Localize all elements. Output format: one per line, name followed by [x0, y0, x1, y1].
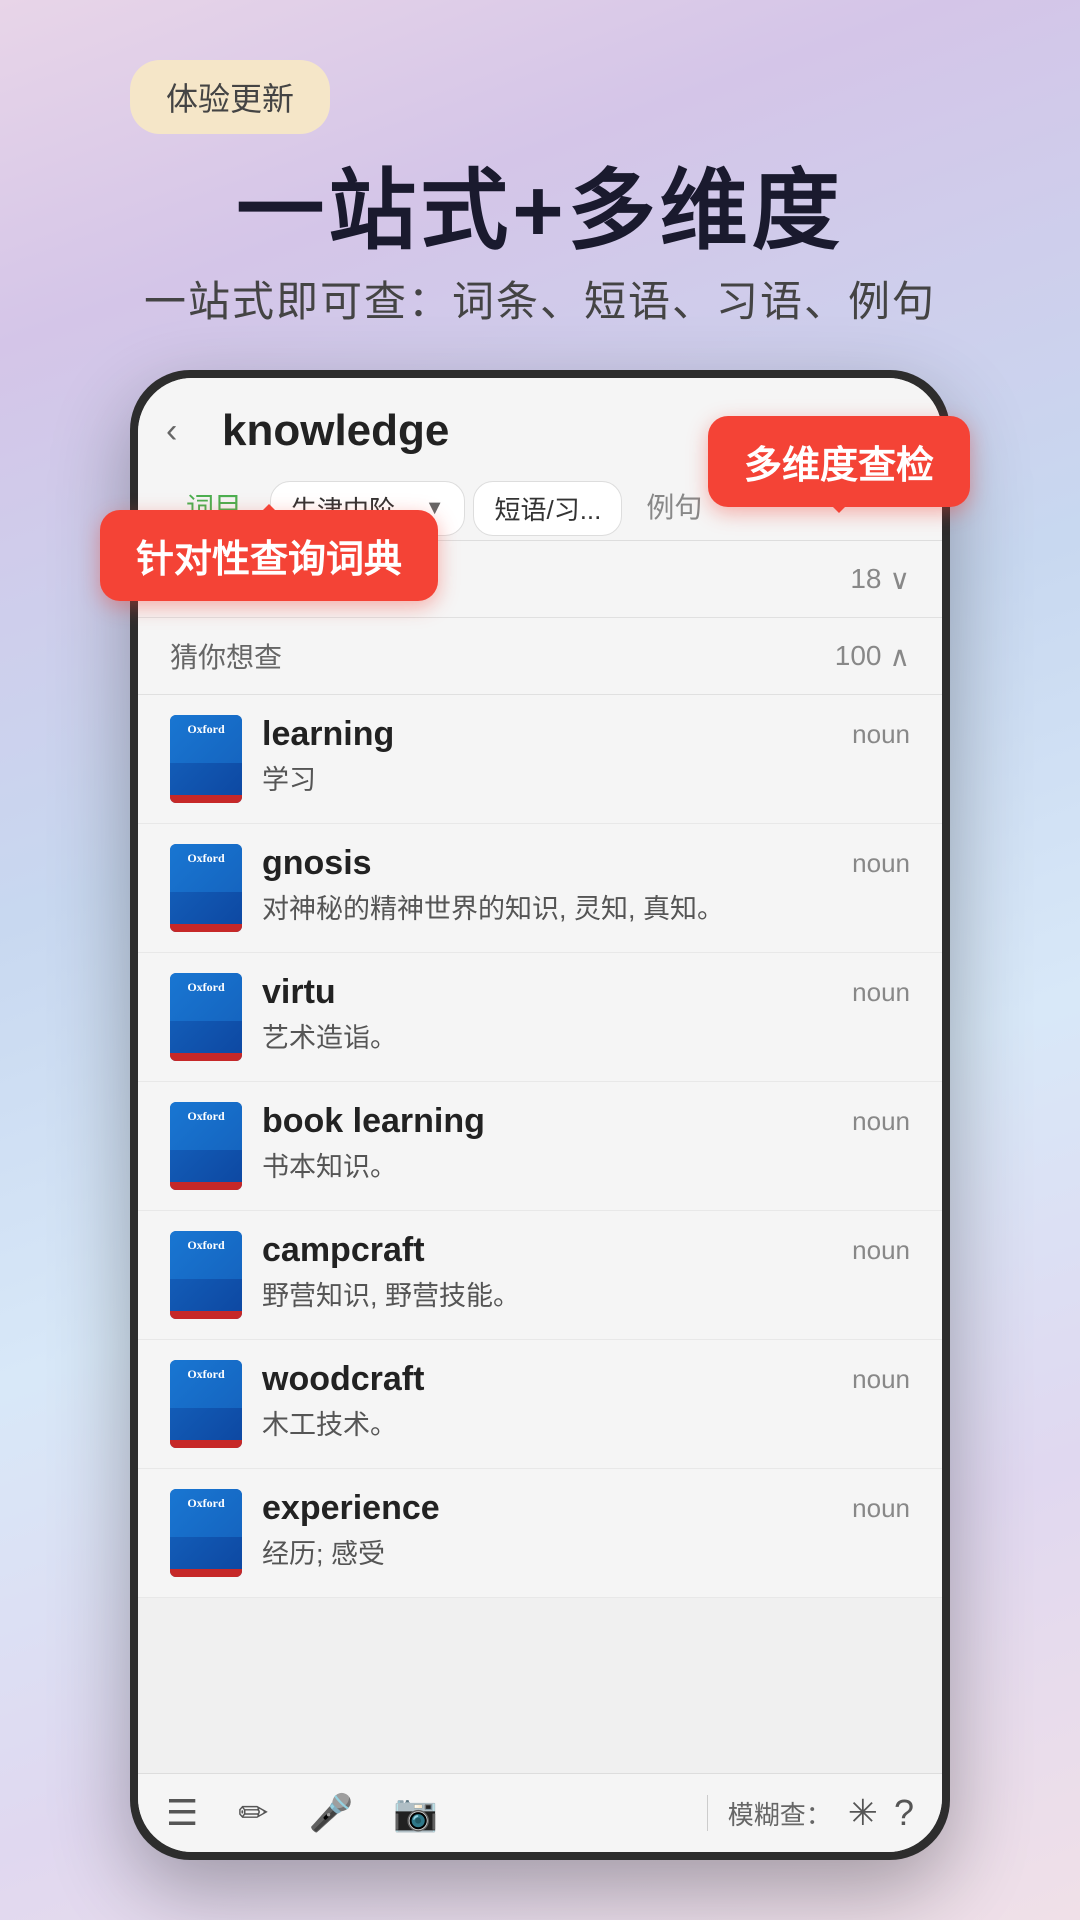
- toolbar-right: 模糊查： ✳ ?: [728, 1792, 914, 1834]
- dict-word-row: book learning noun: [262, 1102, 910, 1141]
- dict-icon-text: Oxford: [174, 723, 238, 736]
- dict-content: experience noun 经历; 感受: [262, 1489, 910, 1571]
- dict-icon-text: Oxford: [174, 981, 238, 994]
- dict-word-row: campcraft noun: [262, 1231, 910, 1270]
- dict-content: book learning noun 书本知识。: [262, 1102, 910, 1184]
- dict-meaning: 野营知识, 野营技能。: [262, 1274, 910, 1313]
- dict-word-row: experience noun: [262, 1489, 910, 1528]
- back-button[interactable]: ‹: [166, 412, 206, 451]
- dict-item[interactable]: Oxford woodcraft noun 木工技术。: [138, 1340, 942, 1469]
- dict-word-row: woodcraft noun: [262, 1360, 910, 1399]
- section-similar-count: 18 ∨: [850, 563, 910, 596]
- section-suggest[interactable]: 猜你想查 100 ∧: [138, 618, 942, 695]
- dict-pos: noun: [852, 848, 910, 879]
- dict-word-row: learning noun: [262, 715, 910, 754]
- tab-examples[interactable]: 例句: [630, 476, 718, 540]
- dict-pos: noun: [852, 1493, 910, 1524]
- sub-title: 一站式即可查：词条、短语、习语、例句: [0, 268, 1080, 329]
- dict-icon: Oxford: [170, 1102, 242, 1190]
- dict-word: gnosis: [262, 844, 372, 883]
- dict-pos: noun: [852, 1106, 910, 1137]
- dict-word: virtu: [262, 973, 336, 1012]
- dict-content: campcraft noun 野营知识, 野营技能。: [262, 1231, 910, 1313]
- section-suggest-count: 100 ∧: [835, 640, 910, 673]
- phone-mockup: ‹ knowledge ↻ 词目 牛津中阶... ▼ 短语/习... 例句: [130, 370, 950, 1860]
- question-icon[interactable]: ?: [894, 1792, 914, 1834]
- toolbar-divider: [707, 1795, 708, 1831]
- dict-word: book learning: [262, 1102, 485, 1141]
- dict-word: experience: [262, 1489, 440, 1528]
- dict-word: learning: [262, 715, 394, 754]
- dict-pos: noun: [852, 1364, 910, 1395]
- section-suggest-title: 猜你想查: [170, 636, 282, 676]
- dict-icon-text: Oxford: [174, 1497, 238, 1510]
- main-title: 一站式+多维度: [0, 140, 1080, 267]
- menu-icon[interactable]: ☰: [166, 1792, 198, 1834]
- dict-meaning: 对神秘的精神世界的知识, 灵知, 真知。: [262, 887, 910, 926]
- dict-items-container: Oxford learning noun 学习 Oxford gnosis no…: [138, 695, 942, 1598]
- dict-icon: Oxford: [170, 715, 242, 803]
- dict-icon: Oxford: [170, 1231, 242, 1319]
- dict-content: gnosis noun 对神秘的精神世界的知识, 灵知, 真知。: [262, 844, 910, 926]
- dict-meaning: 书本知识。: [262, 1145, 910, 1184]
- dict-icon-text: Oxford: [174, 1239, 238, 1252]
- camera-icon[interactable]: 📷: [393, 1792, 438, 1834]
- dict-meaning: 艺术造诣。: [262, 1016, 910, 1055]
- dict-word: woodcraft: [262, 1360, 424, 1399]
- dict-meaning: 学习: [262, 758, 910, 797]
- tab-phrases[interactable]: 短语/习...: [473, 481, 622, 536]
- update-badge: 体验更新: [130, 60, 330, 134]
- dict-icon: Oxford: [170, 844, 242, 932]
- dict-pos: noun: [852, 977, 910, 1008]
- edit-icon[interactable]: ✏: [238, 1792, 268, 1834]
- dict-icon-text: Oxford: [174, 1110, 238, 1123]
- chevron-up-icon: ∧: [890, 640, 911, 673]
- dict-word-row: gnosis noun: [262, 844, 910, 883]
- dict-meaning: 木工技术。: [262, 1403, 910, 1442]
- dict-icon: Oxford: [170, 1360, 242, 1448]
- fuzzy-label: 模糊查：: [728, 1795, 832, 1832]
- dict-content: learning noun 学习: [262, 715, 910, 797]
- content-list: 形近词目 18 ∨ 猜你想查 100 ∧: [138, 541, 942, 1773]
- mic-icon[interactable]: 🎤: [308, 1792, 353, 1834]
- asterisk-icon[interactable]: ✳: [848, 1792, 878, 1834]
- dict-content: woodcraft noun 木工技术。: [262, 1360, 910, 1442]
- dict-word: campcraft: [262, 1231, 425, 1270]
- dict-icon-text: Oxford: [174, 852, 238, 865]
- tooltip-multidim: 多维度查检: [708, 416, 970, 507]
- bottom-toolbar: ☰ ✏ 🎤 📷 模糊查： ✳ ?: [138, 1773, 942, 1852]
- dict-word-row: virtu noun: [262, 973, 910, 1012]
- dict-icon-text: Oxford: [174, 1368, 238, 1381]
- dict-icon: Oxford: [170, 1489, 242, 1577]
- dict-item[interactable]: Oxford gnosis noun 对神秘的精神世界的知识, 灵知, 真知。: [138, 824, 942, 953]
- dict-pos: noun: [852, 719, 910, 750]
- dict-item[interactable]: Oxford virtu noun 艺术造诣。: [138, 953, 942, 1082]
- chevron-down-icon: ∨: [890, 563, 911, 596]
- dict-meaning: 经历; 感受: [262, 1532, 910, 1571]
- dict-item[interactable]: Oxford experience noun 经历; 感受: [138, 1469, 942, 1598]
- dict-item[interactable]: Oxford learning noun 学习: [138, 695, 942, 824]
- dict-icon: Oxford: [170, 973, 242, 1061]
- toolbar-left: ☰ ✏ 🎤 📷: [166, 1792, 687, 1834]
- dict-item[interactable]: Oxford book learning noun 书本知识。: [138, 1082, 942, 1211]
- dict-pos: noun: [852, 1235, 910, 1266]
- dict-content: virtu noun 艺术造诣。: [262, 973, 910, 1055]
- dict-item[interactable]: Oxford campcraft noun 野营知识, 野营技能。: [138, 1211, 942, 1340]
- tooltip-targeted: 针对性查询词典: [100, 510, 438, 601]
